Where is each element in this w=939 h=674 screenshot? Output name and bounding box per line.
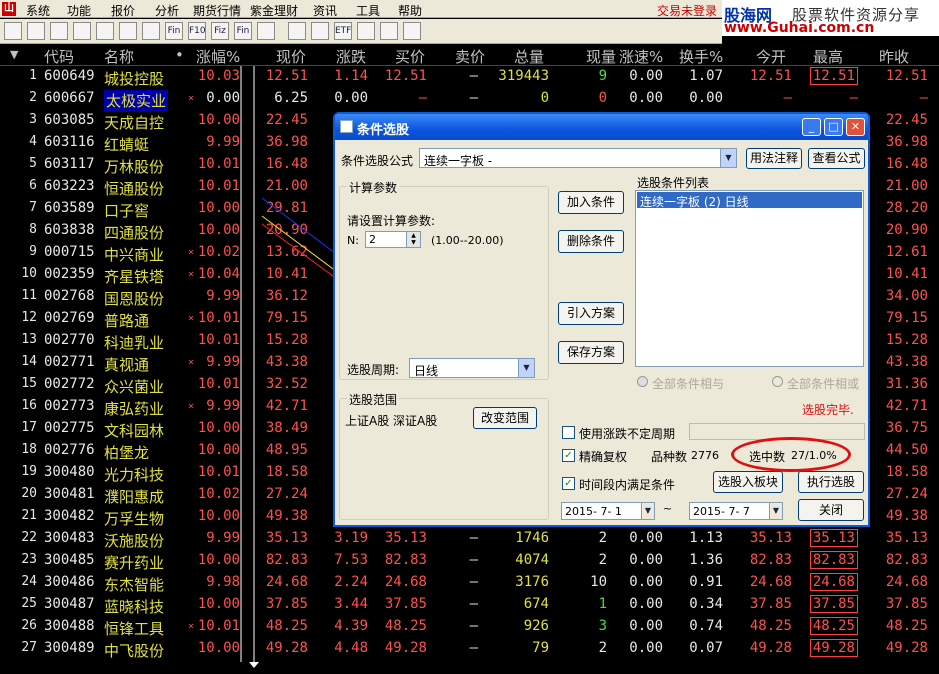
- period-value: 日线: [414, 364, 439, 378]
- highlight-circle: [731, 437, 851, 472]
- dialog-titlebar[interactable]: 条件选股 _ □ ✕: [335, 114, 868, 140]
- date-from-picker[interactable]: 2015- 7- 1 ▼: [561, 502, 655, 520]
- chevron-down-icon[interactable]: ▼: [641, 503, 654, 519]
- maximize-icon[interactable]: □: [824, 118, 843, 136]
- count-label: 品种数: [651, 450, 688, 464]
- params-prompt: 请设置计算参数:: [347, 214, 436, 228]
- import-plan-button[interactable]: 引入方案: [558, 302, 624, 325]
- formula-label: 条件选股公式: [341, 154, 414, 168]
- formula-value: 连续一字板 -: [424, 154, 493, 168]
- n-stepper[interactable]: 2 ▲ ▼: [365, 231, 421, 248]
- view-formula-button[interactable]: 查看公式: [808, 148, 865, 169]
- unsettled-period-label: 使用涨跌不定周期: [579, 427, 676, 441]
- save-plan-button[interactable]: 保存方案: [558, 341, 624, 364]
- params-group-title: 计算参数: [347, 179, 400, 196]
- date-separator: ~: [663, 502, 673, 515]
- date-to-value: 2015- 7- 7: [693, 505, 750, 518]
- condition-list[interactable]: 连续一字板 (2) 日线: [635, 190, 864, 367]
- date-to-picker[interactable]: 2015- 7- 7 ▼: [689, 502, 783, 520]
- chevron-down-icon[interactable]: ▼: [518, 359, 534, 377]
- radio-or[interactable]: [772, 376, 783, 387]
- close-button[interactable]: 关闭: [798, 499, 864, 521]
- minimize-icon[interactable]: _: [802, 118, 821, 136]
- unsettled-period-checkbox[interactable]: [562, 426, 575, 439]
- period-select[interactable]: 日线 ▼: [409, 358, 535, 378]
- period-satisfy-label: 时间段内满足条件: [579, 478, 676, 492]
- radio-and[interactable]: [637, 376, 648, 387]
- n-label: N:: [347, 234, 359, 247]
- execute-filter-button[interactable]: 执行选股: [798, 471, 864, 493]
- add-condition-button[interactable]: 加入条件: [558, 191, 624, 214]
- delete-condition-button[interactable]: 删除条件: [558, 230, 624, 253]
- close-icon[interactable]: ✕: [846, 118, 865, 136]
- dialog-title: 条件选股: [357, 123, 410, 138]
- scope-group-title: 选股范围: [347, 391, 400, 408]
- n-range: (1.00--20.00): [431, 234, 504, 247]
- scope-value: 上证A股 深证A股: [345, 414, 438, 428]
- chevron-down-icon[interactable]: ▼: [720, 149, 736, 167]
- date-from-value: 2015- 7- 1: [565, 505, 622, 518]
- exact-restore-checkbox[interactable]: ✓: [562, 449, 575, 462]
- and-label: 全部条件相与: [652, 377, 725, 391]
- count-value: 2776: [691, 449, 719, 462]
- chevron-down-icon[interactable]: ▼: [769, 503, 782, 519]
- arrow-head: [249, 662, 259, 668]
- done-status: 选股完毕.: [802, 403, 854, 417]
- spin-arrows-icon[interactable]: ▲ ▼: [406, 232, 420, 247]
- period-label: 选股周期:: [347, 363, 400, 377]
- or-label: 全部条件相或: [787, 377, 860, 391]
- dialog-app-icon: [340, 120, 353, 133]
- formula-select[interactable]: 连续一字板 - ▼: [419, 148, 737, 168]
- condition-list-item: 连续一字板 (2) 日线: [640, 195, 749, 209]
- n-value: 2: [369, 233, 376, 246]
- list-item[interactable]: 连续一字板 (2) 日线: [637, 192, 862, 209]
- add-to-block-button[interactable]: 选股入板块: [713, 471, 783, 493]
- change-scope-button[interactable]: 改变范围: [473, 407, 537, 429]
- period-satisfy-checkbox[interactable]: ✓: [562, 477, 575, 490]
- exact-restore-label: 精确复权: [579, 450, 628, 464]
- condition-list-label: 选股条件列表: [637, 176, 710, 190]
- usage-notes-button[interactable]: 用法注释: [746, 148, 802, 169]
